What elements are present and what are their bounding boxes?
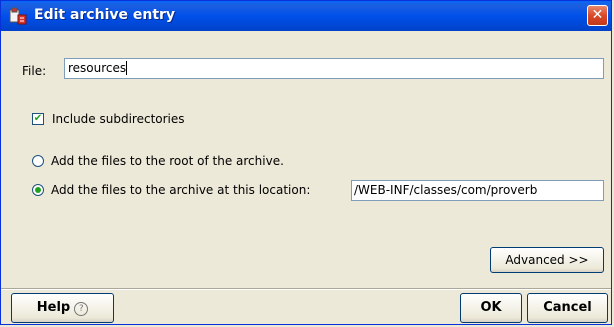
help-icon: ?	[74, 302, 89, 316]
radio-root-label: Add the files to the root of the archive…	[51, 154, 284, 168]
file-input-value: resources	[68, 61, 127, 75]
radio-root[interactable]	[32, 155, 44, 167]
cancel-button[interactable]: Cancel	[527, 293, 608, 323]
advanced-button[interactable]: Advanced >>	[490, 247, 604, 273]
file-label: File:	[22, 64, 47, 78]
edit-archive-entry-dialog: Edit archive entry ✕ File: resources ✔ I…	[0, 0, 612, 325]
radio-location[interactable]	[32, 184, 44, 196]
help-button-label: Help	[36, 300, 71, 315]
close-button[interactable]: ✕	[587, 5, 608, 26]
close-icon: ✕	[591, 7, 604, 23]
archive-location-input[interactable]: /WEB-INF/classes/com/proverb	[351, 180, 604, 201]
help-button[interactable]: Help?	[11, 293, 114, 323]
archive-app-icon	[9, 7, 27, 25]
footer-divider	[1, 288, 611, 290]
include-subdirectories-checkbox[interactable]: ✔	[32, 113, 44, 125]
title-bar[interactable]: Edit archive entry ✕	[1, 1, 611, 31]
text-caret	[126, 61, 128, 75]
radio-selected-dot	[35, 187, 41, 193]
dialog-title: Edit archive entry	[34, 7, 176, 23]
include-subdirectories-label: Include subdirectories	[52, 112, 185, 126]
ok-button[interactable]: OK	[460, 293, 522, 323]
radio-location-label: Add the files to the archive at this loc…	[51, 183, 311, 197]
file-input[interactable]: resources	[64, 58, 604, 79]
